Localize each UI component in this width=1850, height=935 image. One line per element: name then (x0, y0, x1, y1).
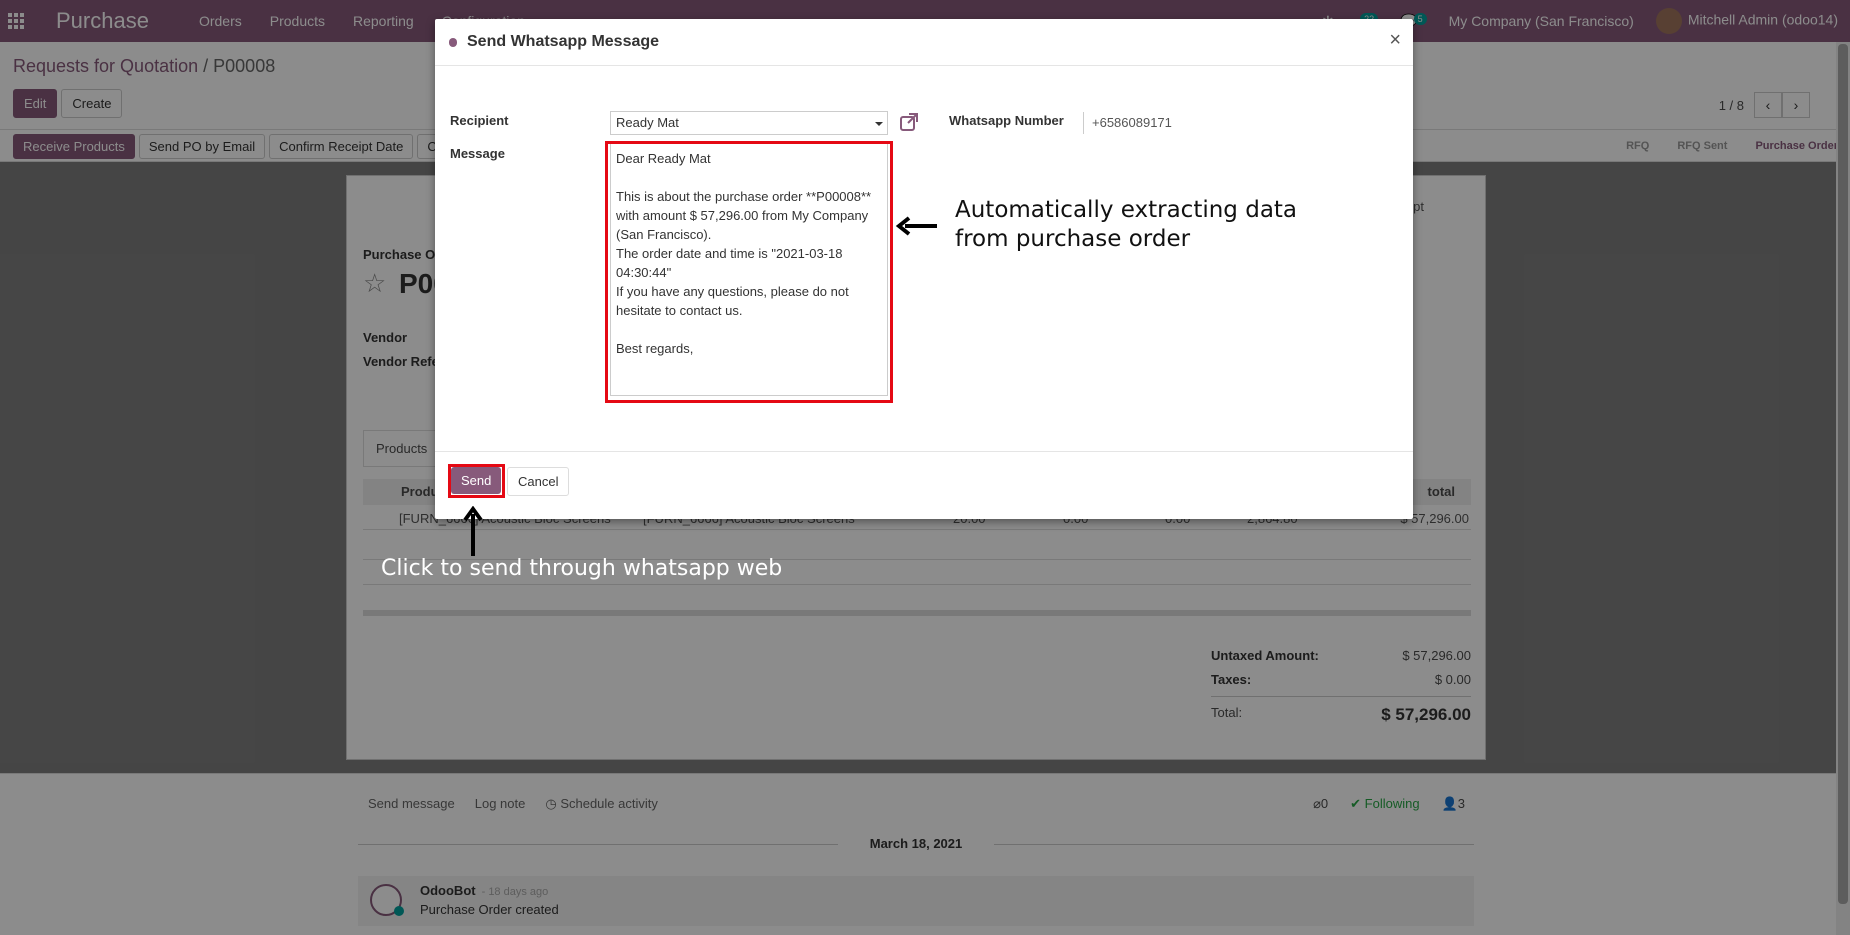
up-arrow-icon (463, 506, 483, 556)
dialog-title: Send Whatsapp Message (467, 33, 660, 50)
message-label: Message (450, 146, 505, 161)
send-button[interactable]: Send (451, 467, 502, 494)
annotation-extract: Automatically extracting data from purch… (955, 197, 1298, 252)
whatsapp-number-label: Whatsapp Number (949, 113, 1064, 128)
close-icon[interactable]: × (1389, 29, 1401, 52)
dialog-header: Send Whatsapp Message × (435, 19, 1413, 66)
send-whatsapp-dialog: Send Whatsapp Message × Recipient Ready … (435, 19, 1413, 519)
annotation-send-hint: Click to send through whatsapp web (381, 556, 783, 581)
dialog-footer: Send Cancel (435, 451, 1413, 519)
external-link-icon[interactable] (899, 112, 919, 132)
recipient-select[interactable]: Ready Mat (610, 111, 888, 135)
message-textarea[interactable]: Dear Ready Mat This is about the purchas… (610, 143, 888, 396)
recipient-value: Ready Mat (616, 115, 679, 130)
recipient-label: Recipient (450, 113, 509, 128)
chevron-down-icon[interactable] (875, 122, 883, 126)
bug-icon (447, 36, 459, 48)
cancel-button[interactable]: Cancel (507, 467, 570, 496)
left-arrow-icon (895, 216, 937, 236)
whatsapp-number-value[interactable]: +6586089171 (1083, 112, 1172, 134)
